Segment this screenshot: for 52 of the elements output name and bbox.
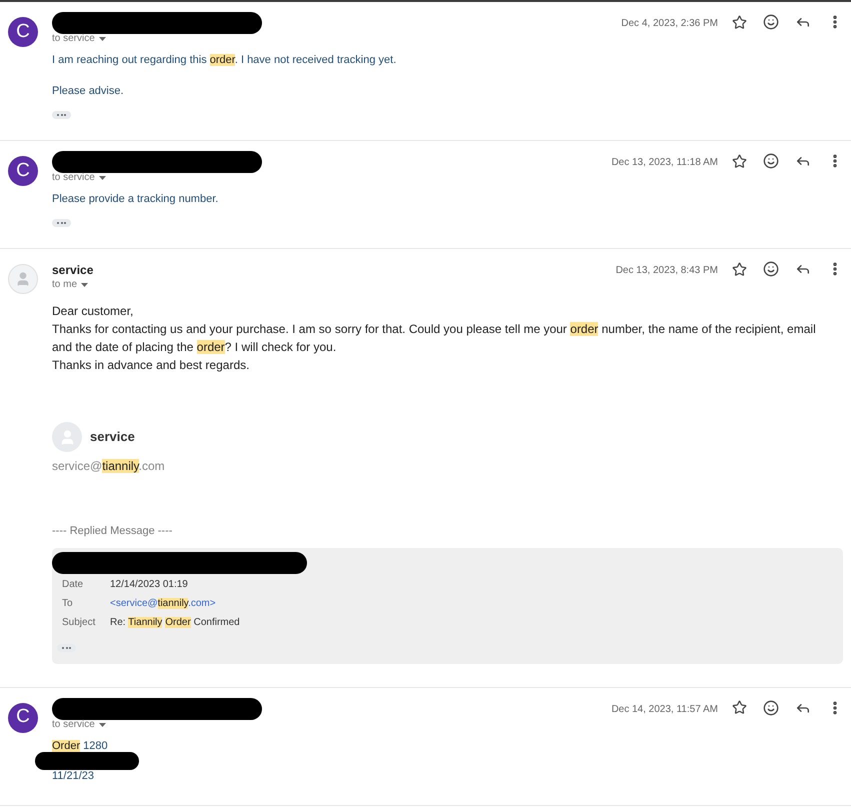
message-text: 11/21/23 [52, 768, 96, 784]
message-date: Dec 14, 2023, 11:57 AM [611, 702, 718, 716]
message-date: Dec 4, 2023, 2:36 PM [621, 17, 718, 31]
avatar: C [8, 702, 38, 732]
message-text: Thanks in advance and best regards. [52, 357, 250, 374]
recipient-dropdown[interactable]: to service [52, 718, 106, 732]
header-label: Date [62, 578, 84, 592]
show-trimmed-button[interactable] [52, 219, 71, 227]
recipient-dropdown[interactable]: to service [52, 32, 106, 46]
star-button[interactable] [732, 154, 747, 168]
star-button[interactable] [732, 14, 747, 30]
emoji-reaction-button[interactable] [763, 261, 779, 277]
smiley-icon [763, 14, 779, 30]
caret-icon [81, 283, 88, 287]
signature-name: service [90, 428, 135, 446]
show-trimmed-button[interactable] [52, 111, 71, 119]
sender-name: service [52, 263, 94, 277]
smiley-icon [763, 700, 779, 716]
star-icon [732, 14, 747, 30]
caret-icon [98, 176, 106, 180]
header-value: Re: Tiannily Order Confirmed [110, 616, 240, 630]
smiley-icon [763, 261, 779, 277]
star-button[interactable] [732, 262, 747, 276]
star-icon [732, 154, 747, 168]
message-text: Order 1280 [52, 738, 109, 754]
message-text: Please provide a tracking number. [52, 192, 220, 207]
star-icon [732, 700, 747, 715]
message-text: I am reaching out regarding this order. I have not received tracking yet. [52, 53, 398, 68]
caret-icon [98, 722, 106, 726]
emoji-reaction-button[interactable] [763, 153, 779, 169]
header-label: To [62, 596, 74, 610]
caret-icon [98, 37, 106, 41]
message-text: Dear customer, [52, 303, 134, 320]
signature-email: service@tiannily.com [52, 458, 166, 475]
star-icon [732, 262, 747, 276]
person-icon [15, 271, 31, 287]
message-text: Please advise. [52, 84, 125, 99]
message-date: Dec 13, 2023, 11:18 AM [611, 156, 718, 170]
smiley-icon [763, 153, 779, 169]
message-date: Dec 13, 2023, 8:43 PM [616, 264, 718, 278]
avatar: C [8, 156, 38, 186]
replied-message-heading: ---- Replied Message ---- [52, 524, 174, 539]
header-value: 12/14/2023 01:19 [110, 578, 188, 592]
recipient-dropdown[interactable]: to me [52, 278, 88, 292]
header-label: Subject [62, 616, 96, 630]
emoji-reaction-button[interactable] [763, 14, 779, 30]
message-text: Thanks for contacting us and your purchase. I am so sorry for that. Could you please tell me your order number, the name of the recipient, email and the date of placing the order? I will check for you. [52, 321, 817, 356]
recipient-dropdown[interactable]: to service [52, 171, 106, 185]
show-trimmed-button[interactable] [57, 644, 76, 652]
emoji-reaction-button[interactable] [763, 700, 779, 716]
star-button[interactable] [732, 700, 747, 715]
avatar: C [8, 17, 38, 47]
